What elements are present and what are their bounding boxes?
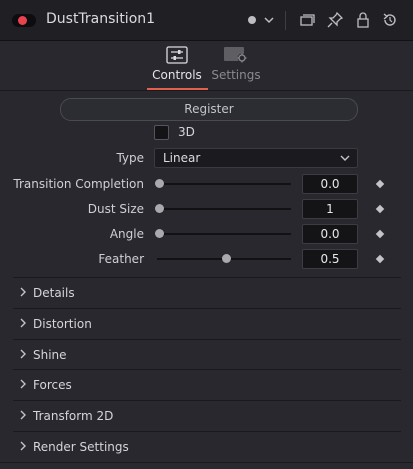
slider-label-dust-size: Dust Size: [87, 202, 144, 216]
value-field-feather[interactable]: 0.5: [302, 249, 358, 269]
versions-icon[interactable]: [299, 12, 315, 28]
value-field-angle[interactable]: 0.0: [302, 224, 358, 244]
section-label: Transform 2D: [33, 409, 114, 423]
chevron-right-icon: [20, 379, 26, 389]
slider-knob-dust-size[interactable]: [155, 204, 164, 213]
section-label: Details: [33, 286, 75, 300]
chevron-right-icon: [20, 287, 26, 297]
section-shine[interactable]: Shine: [13, 339, 401, 369]
chevron-down-icon: [340, 155, 350, 161]
keyframe-diamond-icon[interactable]: [375, 254, 385, 264]
section-forces[interactable]: Forces: [13, 369, 401, 399]
lock-icon[interactable]: [355, 12, 371, 28]
slider-track-angle[interactable]: [157, 233, 291, 235]
3d-checkbox[interactable]: [154, 125, 169, 140]
slider-label-feather: Feather: [98, 252, 144, 266]
type-label: Type: [116, 151, 144, 165]
tabs-divider: [0, 90, 413, 91]
node-enable-toggle[interactable]: [12, 14, 36, 27]
pin-icon[interactable]: [327, 12, 343, 28]
3d-checkbox-label: 3D: [178, 125, 195, 139]
tab-settings-label: Settings: [211, 68, 261, 82]
keyframe-diamond-icon[interactable]: [375, 204, 385, 214]
type-select[interactable]: Linear: [154, 148, 358, 168]
section-label: Shine: [33, 348, 67, 362]
toggle-indicator: [18, 16, 27, 25]
section-details[interactable]: Details: [13, 277, 401, 307]
slider-knob-transition-completion[interactable]: [155, 179, 164, 188]
node-title: DustTransition1: [46, 11, 156, 27]
keyframe-diamond-icon[interactable]: [375, 229, 385, 239]
section-label: Render Settings: [33, 440, 129, 454]
color-dot-icon[interactable]: [244, 12, 260, 28]
chevron-right-icon: [20, 441, 26, 451]
keyframe-diamond-icon[interactable]: [375, 179, 385, 189]
node-header: DustTransition1: [0, 0, 413, 41]
tab-settings[interactable]: Settings: [201, 44, 271, 90]
value-field-dust-size[interactable]: 1: [302, 199, 358, 219]
slider-knob-feather[interactable]: [222, 254, 231, 263]
chevron-right-icon: [20, 318, 26, 328]
inspector-tabs: Controls Settings: [0, 40, 413, 90]
slider-track-transition-completion[interactable]: [157, 183, 291, 185]
section-render-settings[interactable]: Render Settings: [13, 431, 401, 461]
slider-label-angle: Angle: [109, 227, 144, 241]
section-distortion[interactable]: Distortion: [13, 308, 401, 338]
chevron-right-icon: [20, 410, 26, 420]
slider-knob-angle[interactable]: [155, 229, 164, 238]
section-label: Forces: [33, 378, 72, 392]
slider-label-transition-completion: Transition Completion: [13, 177, 144, 191]
reset-icon[interactable]: [382, 12, 398, 28]
value-field-transition-completion[interactable]: 0.0: [302, 174, 358, 194]
slider-track-dust-size[interactable]: [157, 208, 291, 210]
sliders-icon: [166, 46, 188, 64]
panel-bottom-divider: [0, 462, 413, 463]
settings-icon: [224, 47, 247, 63]
section-transform-2d[interactable]: Transform 2D: [13, 400, 401, 430]
register-button[interactable]: Register: [60, 98, 358, 121]
chevron-right-icon: [20, 349, 26, 359]
chevron-down-icon[interactable]: [261, 12, 277, 28]
header-divider: [285, 11, 286, 30]
type-select-value: Linear: [163, 151, 201, 165]
section-label: Distortion: [33, 317, 92, 331]
